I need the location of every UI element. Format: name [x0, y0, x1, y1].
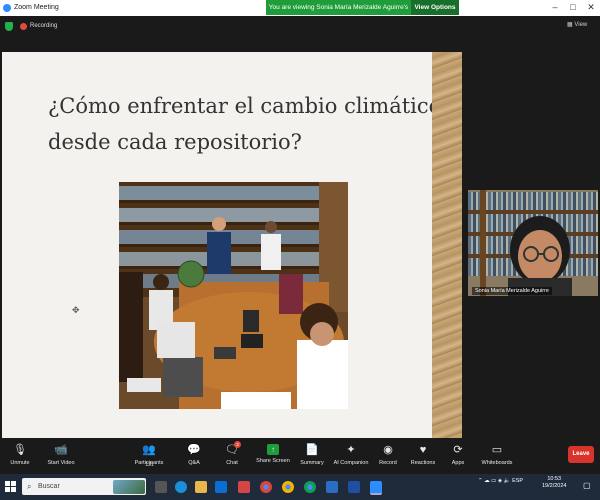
- share-screen-label: Share Screen: [256, 458, 290, 464]
- leave-button[interactable]: Leave: [568, 446, 594, 463]
- task-view-icon[interactable]: [155, 481, 167, 493]
- outlook-icon[interactable]: [348, 481, 360, 493]
- summary-button[interactable]: 📄 Summary: [296, 438, 328, 474]
- chat-label: Chat: [226, 460, 238, 466]
- search-highlight-image: [113, 480, 145, 494]
- participants-icon: 👥121: [142, 444, 156, 468]
- qa-button[interactable]: 💬 Q&A: [180, 438, 208, 474]
- network-icon[interactable]: ◈: [498, 478, 502, 484]
- video-off-icon: 📹: [54, 444, 68, 456]
- decorative-paper-edge: [432, 52, 462, 438]
- language-indicator[interactable]: ESP: [512, 478, 523, 484]
- mouse-cursor-icon: ✥: [72, 305, 80, 315]
- word-icon[interactable]: [326, 481, 338, 493]
- participants-button[interactable]: 👥121 Participants: [130, 438, 168, 474]
- apps-button[interactable]: ⟳ Apps: [444, 438, 472, 474]
- clock-time: 10:53: [547, 476, 562, 482]
- maximize-button[interactable]: □: [566, 2, 580, 12]
- qa-icon: 💬: [187, 444, 201, 456]
- minimize-button[interactable]: –: [548, 2, 562, 12]
- reactions-label: Reactions: [410, 460, 436, 466]
- apps-label: Apps: [451, 460, 465, 466]
- slide-title-line-2: desde cada repositorio?: [48, 130, 302, 154]
- meeting-status-bar: Recording ▦ View: [0, 16, 600, 38]
- share-screen-icon: ↑: [267, 444, 279, 455]
- windows-start-icon[interactable]: [5, 481, 17, 493]
- qa-label: Q&A: [188, 460, 200, 466]
- record-button[interactable]: ◉ Record: [374, 438, 402, 474]
- store-icon[interactable]: [215, 481, 227, 493]
- notification-icon[interactable]: ▢: [583, 481, 591, 490]
- unmute-button[interactable]: 🎙 Unmute: [4, 438, 36, 474]
- reactions-button[interactable]: ♥ Reactions: [408, 438, 438, 474]
- chrome-icon[interactable]: [260, 481, 272, 493]
- battery-icon[interactable]: ▭: [491, 478, 496, 484]
- close-button[interactable]: ✕: [584, 2, 598, 13]
- taskbar-clock[interactable]: 10:53 19/2/2024: [542, 476, 566, 490]
- meeting-toolbar: 🎙 Unmute 📹 Start Video 👥121 Participants…: [0, 438, 600, 474]
- chrome-profile-2-icon[interactable]: [304, 481, 316, 493]
- start-video-label: Start Video: [47, 460, 75, 466]
- apps-icon: ⟳: [453, 444, 463, 456]
- cloud-icon[interactable]: ☁: [484, 478, 490, 484]
- recording-label: Recording: [30, 23, 58, 29]
- participant-video-tile[interactable]: [468, 190, 598, 296]
- ai-companion-button[interactable]: ✦ AI Companion: [330, 438, 372, 474]
- muted-microphone-icon: 🎙: [13, 444, 27, 456]
- window-title: Zoom Meeting: [14, 4, 59, 11]
- view-button[interactable]: ▦ View: [567, 21, 587, 28]
- whiteboards-label: Whiteboards: [481, 460, 513, 466]
- zoom-logo-icon: [3, 4, 11, 12]
- slide-library-photo: [119, 182, 348, 409]
- record-label: Record: [379, 460, 397, 466]
- record-icon: ◉: [383, 444, 393, 456]
- share-screen-button[interactable]: ↑ Share Screen: [254, 438, 292, 474]
- ai-companion-label: AI Companion: [333, 460, 369, 466]
- chrome-profile-icon[interactable]: [282, 481, 294, 493]
- grid-icon: ▦: [567, 22, 573, 28]
- chat-button[interactable]: 🗨 2 Chat: [218, 438, 246, 474]
- reactions-icon: ♥: [419, 444, 427, 456]
- view-options-button[interactable]: View Options: [411, 0, 459, 15]
- whiteboards-button[interactable]: ▭ Whiteboards: [478, 438, 516, 474]
- chat-unread-badge: 2: [234, 441, 241, 448]
- whiteboard-icon: ▭: [491, 444, 503, 456]
- file-explorer-icon[interactable]: [195, 481, 207, 493]
- summary-icon: 📄: [305, 444, 319, 456]
- recording-icon: [20, 23, 27, 30]
- slide-title-line-1: ¿Cómo enfrentar el cambio climático: [48, 94, 442, 118]
- summary-label: Summary: [300, 460, 324, 466]
- taskbar-search-text: Buscar: [38, 483, 60, 490]
- search-icon: ⌕: [27, 482, 32, 491]
- unmute-label: Unmute: [10, 460, 30, 466]
- viewing-screen-banner: You are viewing Sonia María Merizalde Ag…: [266, 0, 411, 26]
- system-tray: ⌃ ☁ ▭ ◈ 🔈 ESP: [478, 478, 523, 484]
- volume-icon[interactable]: 🔈: [504, 478, 511, 484]
- participant-name-label: Sonia María Merizalde Aguirre: [472, 287, 552, 295]
- encryption-shield-icon[interactable]: [5, 22, 13, 31]
- clock-date: 19/2/2024: [542, 483, 567, 489]
- participants-label: Participants: [134, 460, 164, 466]
- start-video-button[interactable]: 📹 Start Video: [42, 438, 80, 474]
- shared-screen-slide: ¿Cómo enfrentar el cambio climático desd…: [2, 52, 462, 438]
- view-label: View: [574, 22, 588, 28]
- edge-browser-icon[interactable]: [175, 481, 187, 493]
- chevron-up-icon[interactable]: ⌃: [478, 478, 483, 484]
- participant-portrait: [480, 190, 572, 296]
- library-photo-illustration: [119, 182, 348, 409]
- zoom-taskbar-icon[interactable]: [370, 481, 382, 495]
- office-icon[interactable]: [238, 481, 250, 493]
- ai-sparkle-icon: ✦: [346, 444, 356, 456]
